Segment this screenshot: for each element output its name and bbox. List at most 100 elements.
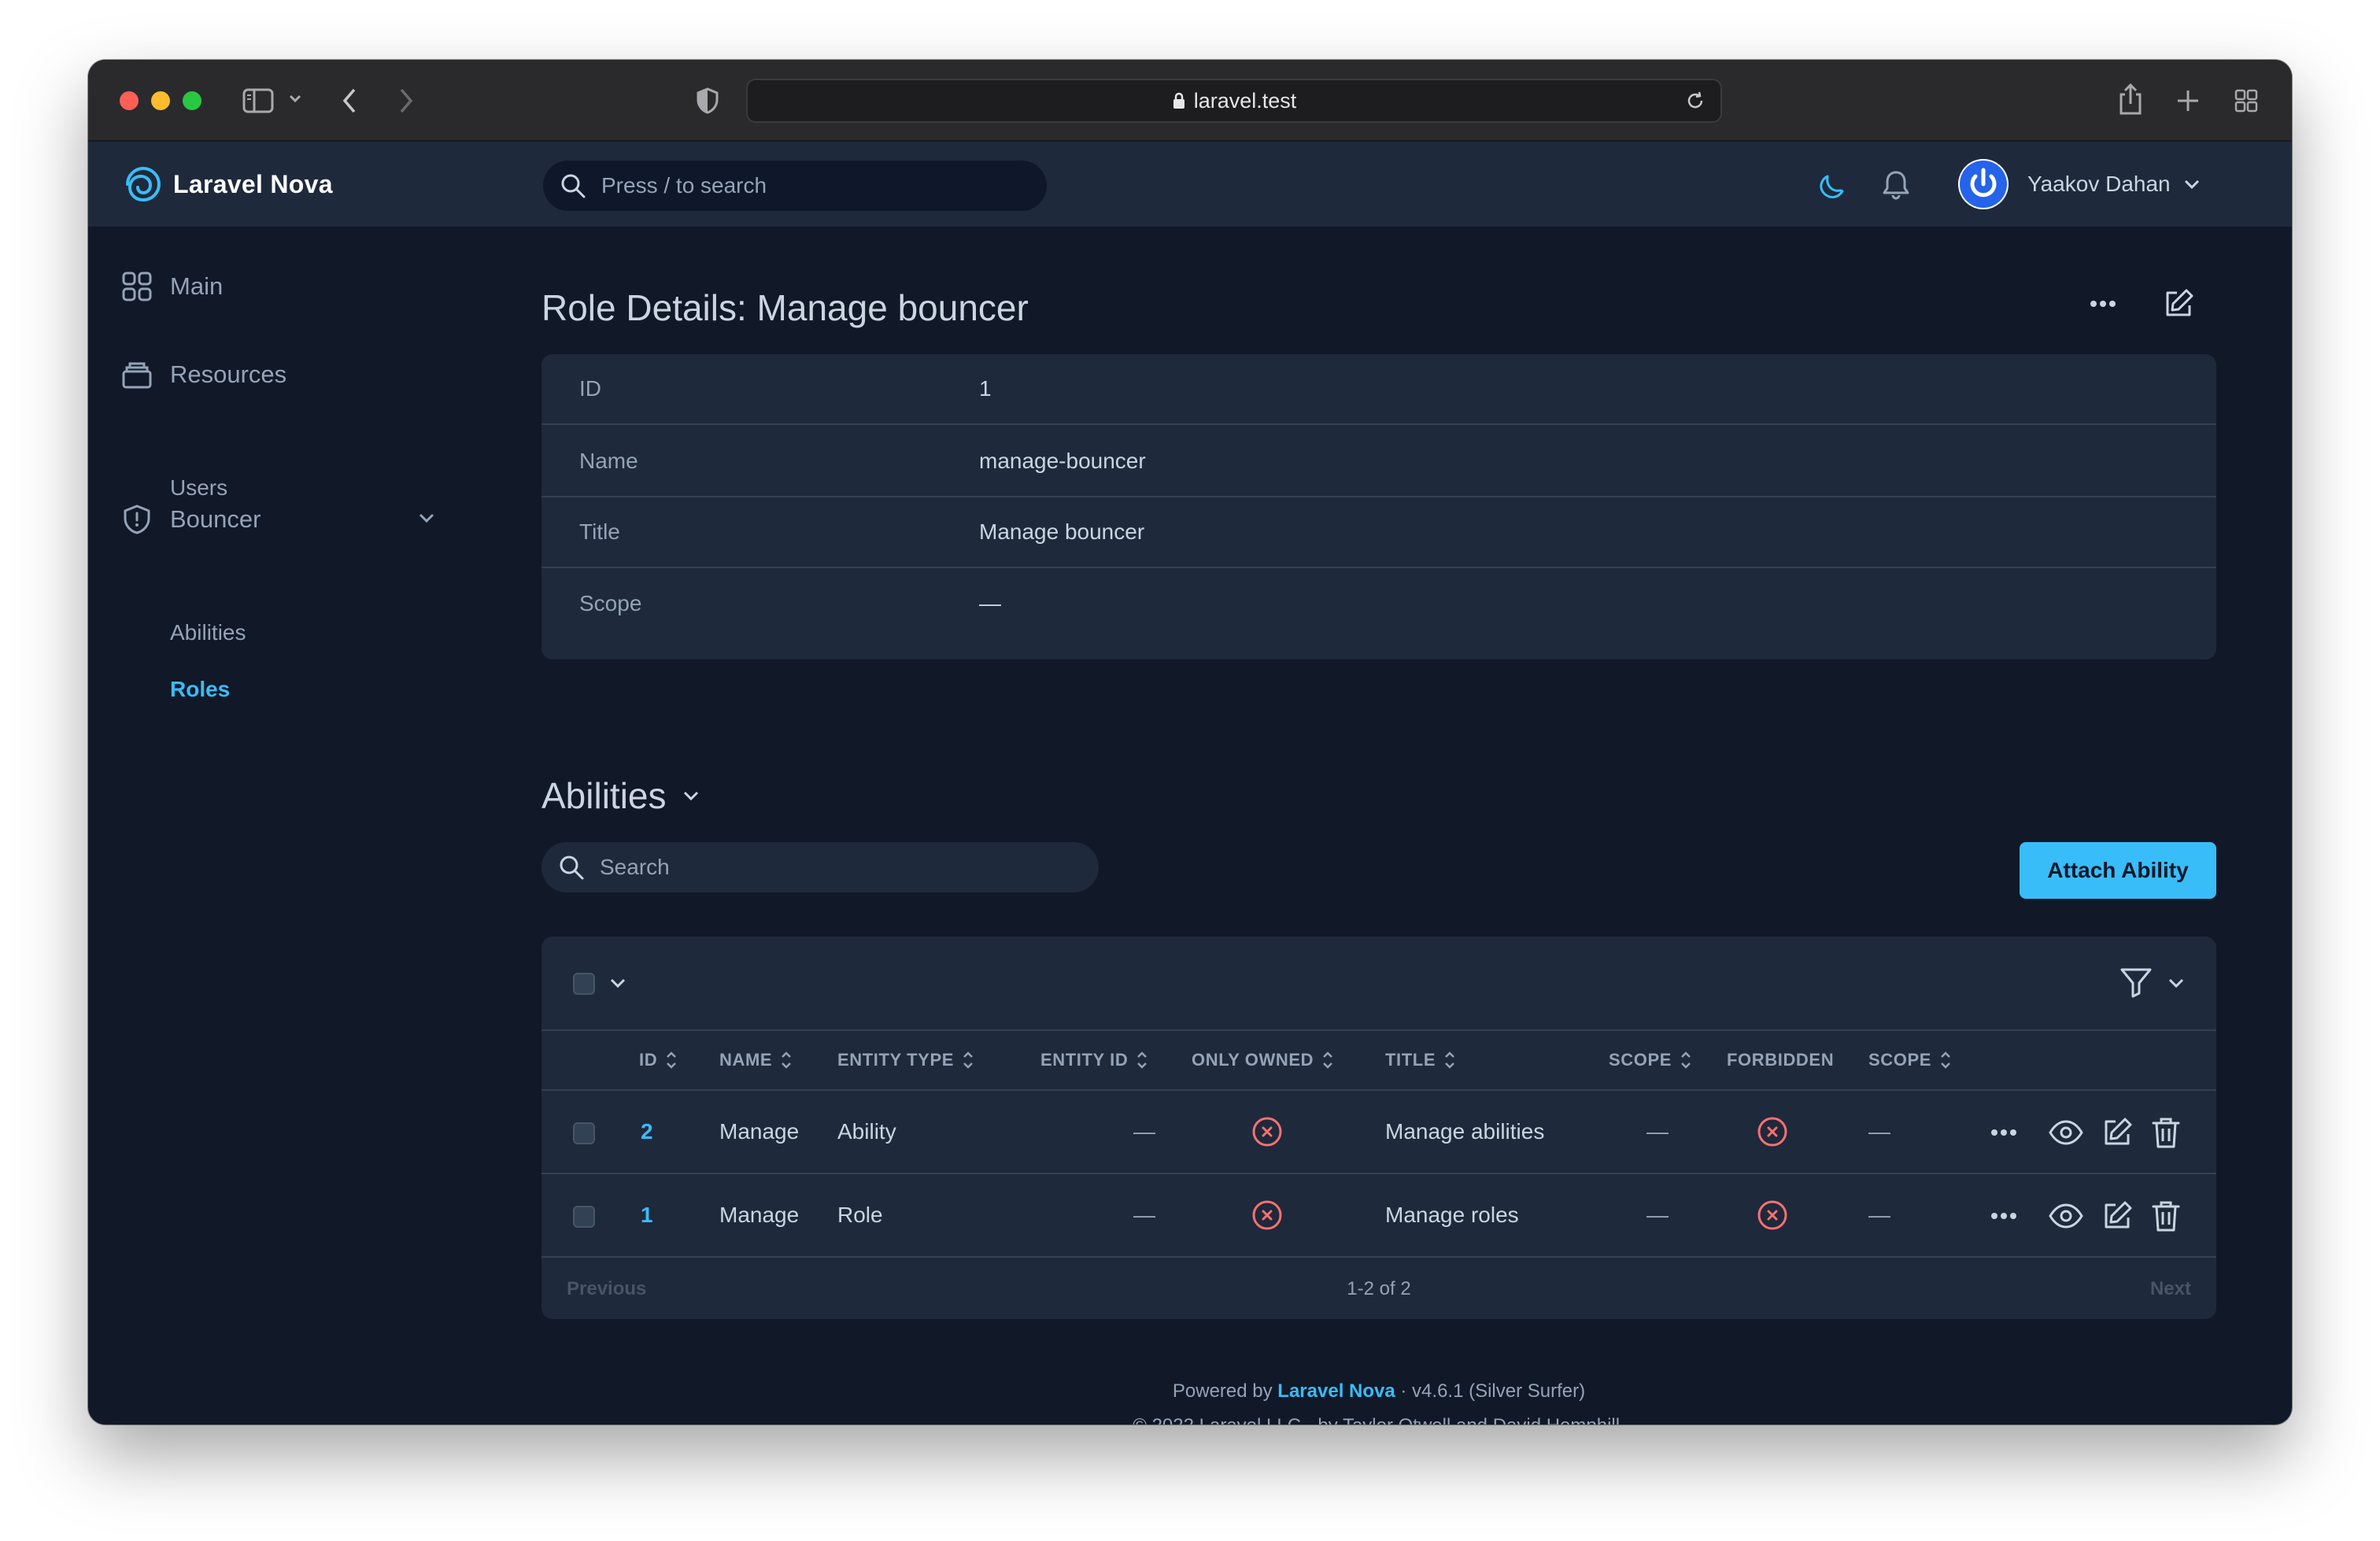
abilities-search-input[interactable]: Search	[541, 842, 1099, 892]
edit-icon[interactable]	[2161, 286, 2196, 321]
footer-version: · v4.6.1 (Silver Surfer)	[1400, 1380, 1586, 1402]
column-label: TITLE	[1385, 1050, 1436, 1070]
global-search-input[interactable]: Press / to search	[543, 161, 1047, 211]
forward-icon[interactable]	[397, 87, 416, 115]
abilities-section-title[interactable]: Abilities	[541, 774, 700, 817]
tab-overview-icon[interactable]	[2234, 88, 2259, 113]
edit-icon[interactable]	[2100, 1115, 2134, 1150]
attach-ability-button[interactable]: Attach Ability	[2020, 842, 2216, 899]
share-icon[interactable]	[2117, 82, 2144, 116]
sidebar-item-bouncer[interactable]: Bouncer	[121, 504, 261, 535]
sidebar-item-resources[interactable]: Resources	[121, 359, 286, 390]
row-title: Manage abilities	[1385, 1119, 1545, 1144]
dark-mode-icon[interactable]	[1816, 168, 1850, 201]
more-actions-icon[interactable]	[2089, 299, 2117, 309]
row-checkbox[interactable]	[573, 1206, 595, 1228]
sidebar: Main Resources Users Bouncer Abilities R…	[88, 228, 450, 1425]
archive-icon	[121, 359, 153, 390]
detail-value: Manage bouncer	[979, 519, 1145, 544]
row-name: Manage	[719, 1119, 800, 1144]
detail-label: Name	[579, 449, 638, 473]
nova-logo-icon	[124, 165, 162, 203]
new-tab-icon[interactable]	[2175, 88, 2201, 113]
search-icon	[557, 853, 586, 881]
footer-copyright: © 2022 Laravel LLC · by Taylor Otwell an…	[541, 1409, 2216, 1425]
user-menu[interactable]: Yaakov Dahan	[1958, 159, 2201, 209]
sort-icon	[1136, 1050, 1148, 1070]
column-header-id[interactable]: ID	[639, 1050, 678, 1070]
address-bar[interactable]: laravel.test	[746, 79, 1722, 123]
filter-icon[interactable]	[2119, 965, 2153, 1000]
x-circle-icon	[1250, 1114, 1284, 1149]
row-checkbox[interactable]	[573, 1122, 595, 1144]
row-entity-id: —	[1133, 1119, 1155, 1144]
select-all-checkbox[interactable]	[573, 973, 595, 995]
eye-icon[interactable]	[2048, 1114, 2084, 1151]
row-id-link[interactable]: 1	[641, 1203, 653, 1228]
column-label: SCOPE	[1609, 1050, 1672, 1070]
column-header-scope[interactable]: SCOPE	[1609, 1050, 1692, 1070]
column-header-name[interactable]: NAME	[719, 1050, 793, 1070]
sidebar-item-main[interactable]: Main	[121, 271, 223, 302]
detail-value: 1	[979, 376, 992, 401]
next-page-button[interactable]: Next	[2150, 1278, 2191, 1300]
search-icon	[559, 172, 587, 200]
detail-row-title: Title Manage bouncer	[541, 497, 2216, 568]
detail-label: ID	[579, 376, 601, 401]
detail-actions	[2089, 286, 2216, 321]
row-name: Manage	[719, 1203, 800, 1227]
row-actions	[1990, 1114, 2182, 1151]
sort-icon	[1443, 1050, 1456, 1070]
column-label: NAME	[719, 1050, 773, 1070]
chevron-down-icon[interactable]	[417, 512, 436, 524]
detail-label: Title	[579, 519, 620, 544]
close-window-button[interactable]	[120, 91, 139, 110]
column-label: ONLY OWNED	[1192, 1050, 1314, 1070]
trash-icon[interactable]	[2150, 1115, 2182, 1150]
column-header-only-owned[interactable]: ONLY OWNED	[1192, 1050, 1334, 1070]
zoom-window-button[interactable]	[183, 91, 201, 110]
chevron-down-icon[interactable]	[2168, 977, 2185, 989]
detail-label: Scope	[579, 591, 642, 615]
column-label: ID	[639, 1050, 658, 1070]
sort-icon	[780, 1050, 793, 1070]
bell-icon[interactable]	[1879, 168, 1913, 201]
shield-icon[interactable]	[696, 87, 719, 115]
column-header-entity-id[interactable]: ENTITY ID	[1040, 1050, 1148, 1070]
more-actions-icon[interactable]	[1990, 1128, 2018, 1137]
detail-value: —	[979, 591, 1001, 615]
reload-icon[interactable]	[1684, 90, 1706, 112]
sidebar-item-users[interactable]: Users	[170, 475, 227, 501]
chevron-down-icon[interactable]	[288, 93, 302, 104]
column-header-scope-2[interactable]: SCOPE	[1868, 1050, 1952, 1070]
trash-icon[interactable]	[2150, 1199, 2182, 1233]
chevron-down-icon[interactable]	[609, 977, 626, 989]
edit-icon[interactable]	[2100, 1199, 2134, 1233]
app-header: Laravel Nova Press / to search Yaakov Da…	[88, 142, 2292, 228]
row-scope: —	[1646, 1203, 1669, 1227]
avatar	[1958, 159, 2009, 209]
column-header-entity-type[interactable]: ENTITY TYPE	[837, 1050, 974, 1070]
minimize-window-button[interactable]	[151, 91, 170, 110]
app-logo[interactable]: Laravel Nova	[124, 165, 333, 203]
sidebar-item-abilities[interactable]: Abilities	[170, 620, 246, 645]
url-text: laravel.test	[1193, 88, 1297, 113]
sidebar-item-label: Main	[170, 272, 224, 300]
eye-icon[interactable]	[2048, 1198, 2084, 1234]
app-name: Laravel Nova	[173, 169, 333, 198]
pagination-info: 1-2 of 2	[1347, 1278, 1411, 1299]
global-search-placeholder: Press / to search	[601, 173, 767, 198]
sidebar-toggle-icon[interactable]	[242, 88, 274, 113]
grid-icon	[121, 271, 153, 302]
browser-toolbar: laravel.test	[88, 60, 2292, 142]
detail-card: ID 1 Name manage-bouncer Title Manage bo…	[541, 354, 2216, 660]
footer-brand-link[interactable]: Laravel Nova	[1277, 1380, 1395, 1402]
column-header-title[interactable]: TITLE	[1385, 1050, 1456, 1070]
back-icon[interactable]	[340, 87, 359, 115]
footer-powered-by: Powered by	[1172, 1380, 1273, 1402]
row-id-link[interactable]: 2	[641, 1119, 653, 1144]
more-actions-icon[interactable]	[1990, 1211, 2018, 1221]
sidebar-item-roles[interactable]: Roles	[170, 677, 230, 702]
table-toolbar	[541, 937, 2216, 1031]
footer: Powered by Laravel Nova · v4.6.1 (Silver…	[541, 1374, 2216, 1425]
